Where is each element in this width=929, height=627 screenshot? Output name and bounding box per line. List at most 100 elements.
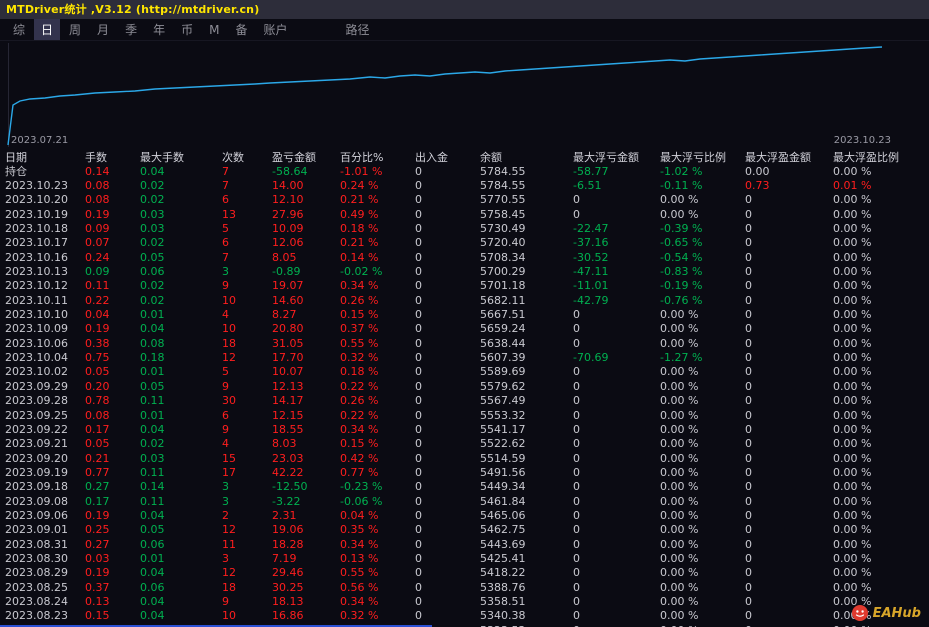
cell: 0 <box>415 207 422 221</box>
cell: 0.00 % <box>660 336 699 350</box>
table-row[interactable]: 2023.10.09 0.19 0.04 10 20.80 0.37 % 0 5659.24 0… <box>0 322 929 336</box>
cell: 5758.45 <box>480 207 526 221</box>
table-row[interactable]: 持仓 0.14 0.04 7 -58.64 -1.01 % 0 5784.55 -58.77 -1… <box>0 164 929 179</box>
table-row[interactable]: 2023.08.31 0.27 0.06 11 18.28 0.34 % 0 5443.69 0… <box>0 537 929 551</box>
cell: 0.00 % <box>833 207 872 221</box>
cell: -0.23 % <box>340 480 383 494</box>
cell: 0 <box>415 279 422 293</box>
cell: 0.00 % <box>833 379 872 393</box>
table-row[interactable]: 2023.09.18 0.27 0.14 3 -12.50 -0.23 % 0 5449.34… <box>0 480 929 494</box>
menu-item-季[interactable]: 季 <box>118 19 144 40</box>
cell: -30.52 <box>573 250 609 264</box>
cell: 0.26 % <box>340 394 379 408</box>
menu-item-日[interactable]: 日 <box>34 19 61 40</box>
cell: 0 <box>745 379 752 393</box>
menu-item-币[interactable]: 币 <box>174 19 200 40</box>
cell: 13 <box>222 207 236 221</box>
stats-table: 日期 手数 最大手数 次数 盈亏金额 百分比% 出入金 余额 最大浮亏金额 最大浮亏比例 最大浮盈金… <box>0 150 929 627</box>
column-header: 余额 <box>480 151 502 164</box>
table-row[interactable]: 2023.08.24 0.13 0.04 9 18.13 0.34 % 0 5358.51 0 0… <box>0 594 929 608</box>
cell: 0 <box>745 566 752 580</box>
cell: 0.01 % <box>833 179 872 193</box>
cell: 0 <box>573 322 580 336</box>
cell: 0 <box>415 250 422 264</box>
table-row[interactable]: 2023.10.20 0.08 0.02 6 12.10 0.21 % 0 5770.55 0 0… <box>0 193 929 207</box>
table-row[interactable]: 2023.10.19 0.19 0.03 13 27.96 0.49 % 0 5758.45 0… <box>0 207 929 221</box>
table-row[interactable]: 2023.09.20 0.21 0.03 15 23.03 0.42 % 0 5514.59 0… <box>0 451 929 465</box>
table-row[interactable]: 2023.10.12 0.11 0.02 9 19.07 0.34 % 0 5701.18 -1… <box>0 279 929 293</box>
menu-item-年[interactable]: 年 <box>146 19 172 40</box>
cell: 0.00 % <box>660 365 699 379</box>
cell: -0.06 % <box>340 494 383 508</box>
cell: 31.05 <box>272 336 304 350</box>
cell: 0.77 <box>85 465 110 479</box>
cell: 0.00 % <box>660 594 699 608</box>
table-row[interactable]: 2023.10.17 0.07 0.02 6 12.06 0.21 % 0 5720.40 -3… <box>0 236 929 250</box>
cell: 0.00 % <box>660 465 699 479</box>
menu-item-综[interactable]: 综 <box>6 19 32 40</box>
title-bar: MTDriver统计 ,V3.12 (http://mtdriver.cn) <box>0 0 929 19</box>
cell: 10 <box>222 293 236 307</box>
cell: -47.11 <box>573 265 609 279</box>
cell: 0.00 % <box>833 422 872 436</box>
cell: 5491.56 <box>480 465 526 479</box>
menu-item-M[interactable]: M <box>202 21 226 39</box>
menu-item-周[interactable]: 周 <box>62 19 88 40</box>
table-row[interactable]: 2023.10.06 0.38 0.08 18 31.05 0.55 % 0 5638.44 0… <box>0 336 929 350</box>
table-row[interactable]: 2023.10.11 0.22 0.02 10 14.60 0.26 % 0 5682.11 -… <box>0 293 929 307</box>
table-row[interactable]: 2023.08.25 0.37 0.06 18 30.25 0.56 % 0 5388.76 0… <box>0 580 929 594</box>
table-row[interactable]: 2023.08.23 0.15 0.04 10 16.86 0.32 % 0 5340.38 0… <box>0 609 929 623</box>
cell: 0.11 <box>140 394 165 408</box>
cell: 0.00 % <box>833 265 872 279</box>
table-row[interactable]: 2023.09.22 0.17 0.04 9 18.55 0.34 % 0 5541.17 0 0… <box>0 422 929 436</box>
cell: 5388.76 <box>480 580 526 594</box>
table-row[interactable]: 2023.09.21 0.05 0.02 4 8.03 0.15 % 0 5522.62 0 0.… <box>0 437 929 451</box>
cell: 16.86 <box>272 609 304 623</box>
cell: 3 <box>222 480 229 494</box>
table-row[interactable]: 2023.10.10 0.04 0.01 4 8.27 0.15 % 0 5667.51 0 0.… <box>0 307 929 321</box>
cell: 0.34 % <box>340 537 379 551</box>
cell: 2023.09.19 <box>5 465 68 479</box>
cell: 0 <box>573 523 580 537</box>
menu-item-月[interactable]: 月 <box>90 19 116 40</box>
table-row[interactable]: 2023.10.02 0.05 0.01 5 10.07 0.18 % 0 5589.69 0 0… <box>0 365 929 379</box>
cell: 0 <box>415 293 422 307</box>
cell: 5567.49 <box>480 394 526 408</box>
cell: 0.17 <box>85 422 110 436</box>
table-row[interactable]: 2023.10.18 0.09 0.03 5 10.09 0.18 % 0 5730.49 -2… <box>0 221 929 235</box>
table-row[interactable]: 2023.08.30 0.03 0.01 3 7.19 0.13 % 0 5425.41 0 0.… <box>0 551 929 565</box>
cell: 9 <box>222 379 229 393</box>
menu-item-路径[interactable]: 路径 <box>339 19 377 40</box>
cell: 5784.55 <box>480 164 526 178</box>
cell: 2023.10.13 <box>5 265 68 279</box>
cell: 0.21 % <box>340 193 379 207</box>
cell: 0.08 <box>85 408 110 422</box>
cell: 5418.22 <box>480 566 526 580</box>
table-row[interactable]: 2023.10.04 0.75 0.18 12 17.70 0.32 % 0 5607.39 -… <box>0 350 929 364</box>
cell: 15 <box>222 451 236 465</box>
table-row[interactable]: 2023.10.13 0.09 0.06 3 -0.89 -0.02 % 0 5700.29 -… <box>0 264 929 278</box>
table-row[interactable]: 2023.09.28 0.78 0.11 30 14.17 0.26 % 0 5567.49 0… <box>0 394 929 408</box>
menu-item-账户[interactable]: 账户 <box>256 19 294 40</box>
cell: 0 <box>745 394 752 408</box>
table-row[interactable]: 2023.10.16 0.24 0.05 7 8.05 0.14 % 0 5708.34 -30… <box>0 250 929 264</box>
cell: 0.55 % <box>340 336 379 350</box>
table-row[interactable]: 2023.09.08 0.17 0.11 3 -3.22 -0.06 % 0 5461.84 0… <box>0 494 929 508</box>
cell: 0.55 % <box>340 566 379 580</box>
table-row[interactable]: 2023.09.29 0.20 0.05 9 12.13 0.22 % 0 5579.62 0 0… <box>0 379 929 393</box>
table-row[interactable]: 2023.09.06 0.19 0.04 2 2.31 0.04 % 0 5465.06 0 0.… <box>0 508 929 522</box>
table-row[interactable]: 2023.09.25 0.08 0.01 6 12.15 0.22 % 0 5553.32 0 0… <box>0 408 929 422</box>
cell: 0.73 <box>745 179 770 193</box>
column-header: 最大浮亏比例 <box>660 151 726 164</box>
column-header: 最大浮亏金额 <box>573 151 639 164</box>
menu-item-备[interactable]: 备 <box>228 19 254 40</box>
table-row[interactable]: 2023.09.19 0.77 0.11 17 42.22 0.77 % 0 5491.56 0… <box>0 465 929 479</box>
cell: -58.77 <box>573 164 609 178</box>
cell: 0 <box>573 207 580 221</box>
cell: 0.05 <box>85 437 110 451</box>
table-row[interactable]: 2023.09.01 0.25 0.05 12 19.06 0.35 % 0 5462.75 0… <box>0 523 929 537</box>
table-row[interactable]: 2023.10.23 0.08 0.02 7 14.00 0.24 % 0 5784.55 -6… <box>0 178 929 192</box>
table-row[interactable]: 2023.08.29 0.19 0.04 12 29.46 0.55 % 0 5418.22 0… <box>0 566 929 580</box>
cell: 0.04 <box>140 594 165 608</box>
cell: 0.18 % <box>340 222 379 236</box>
